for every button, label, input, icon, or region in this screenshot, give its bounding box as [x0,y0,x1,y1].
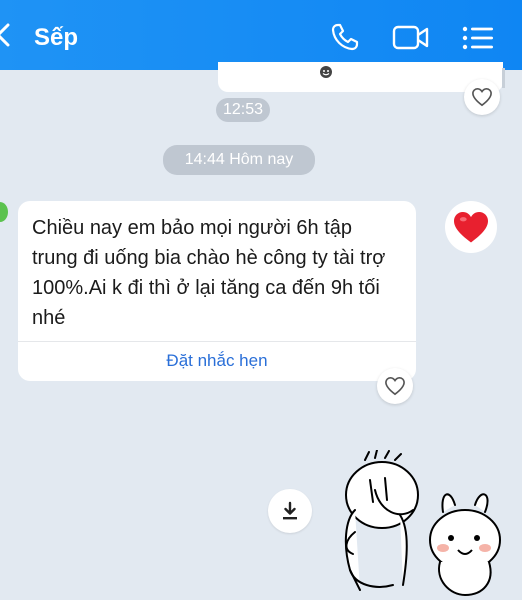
chat-title[interactable]: Sếp [34,24,78,52]
download-icon [283,501,297,520]
heart-outline-icon [385,376,405,396]
react-heart-button[interactable] [464,79,500,115]
cartoon-sticker-icon[interactable] [325,450,522,600]
heart-reaction-badge[interactable] [445,201,497,253]
chat-header: Sếp [0,0,522,70]
download-button[interactable] [268,489,312,533]
set-reminder-button[interactable]: Đặt nhắc hẹn [18,351,416,371]
message-divider [18,341,416,342]
heart-outline-icon [472,87,492,107]
emoji-reaction-icon[interactable] [318,64,334,80]
red-heart-icon [454,212,488,243]
message-text: Chiều nay em bảo mọi người 6h tập trung … [32,217,386,329]
scroll-handle[interactable] [502,68,505,88]
previous-message-bubble[interactable] [218,62,503,92]
phone-icon[interactable] [330,22,360,52]
online-status-dot [0,202,8,222]
react-heart-button-2[interactable] [377,368,413,404]
date-separator: 14:44 Hôm nay [163,145,315,175]
message-bubble[interactable]: Chiều nay em bảo mọi người 6h tập trung … [18,201,416,381]
back-chevron-icon[interactable] [0,22,18,48]
video-call-icon[interactable] [392,24,430,52]
list-menu-icon[interactable] [462,25,494,51]
message-time: 12:53 [216,98,270,122]
